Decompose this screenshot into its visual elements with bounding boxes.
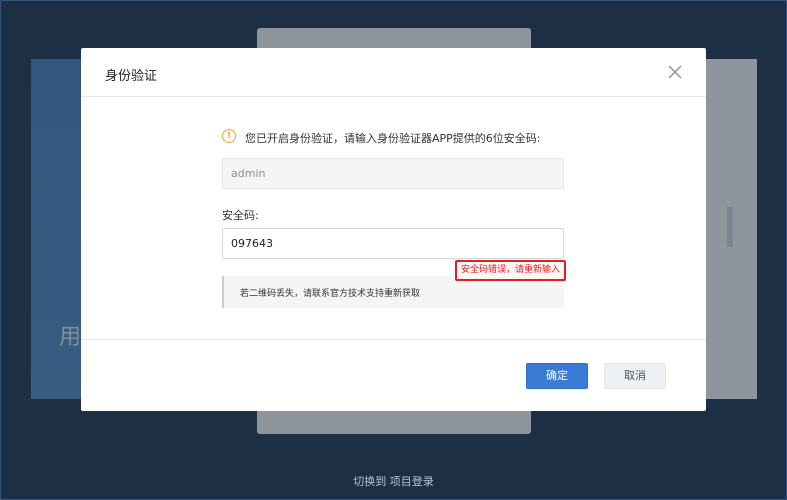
footer-divider xyxy=(81,339,706,340)
cancel-button[interactable]: 取消 xyxy=(604,363,666,389)
close-icon[interactable] xyxy=(666,63,684,81)
switch-to-project-login-link[interactable]: 切换到 项目登录 xyxy=(0,473,787,489)
dialog-title: 身份验证 xyxy=(105,69,158,84)
info-text: 您已开启身份验证，请输入身份验证器APP提供的6位安全码: xyxy=(245,132,541,145)
qr-hint-text: 若二维码丢失，请联系官方技术支持重新获取 xyxy=(240,289,421,299)
info-message: ! 您已开启身份验证，请输入身份验证器APP提供的6位安全码: xyxy=(222,128,602,148)
code-error-tooltip: 安全码错误，请重新输入 xyxy=(455,260,567,281)
confirm-button[interactable]: 确定 xyxy=(526,363,588,389)
security-code-label: 安全码: xyxy=(222,209,259,222)
security-code-input[interactable] xyxy=(222,228,564,259)
dialog-header: 身份验证 xyxy=(81,48,706,97)
auth-dialog: 身份验证 ! 您已开启身份验证，请输入身份验证器APP提供的6位安全码: adm… xyxy=(81,48,706,411)
warning-icon: ! xyxy=(222,129,236,143)
username-field: admin xyxy=(222,158,564,189)
